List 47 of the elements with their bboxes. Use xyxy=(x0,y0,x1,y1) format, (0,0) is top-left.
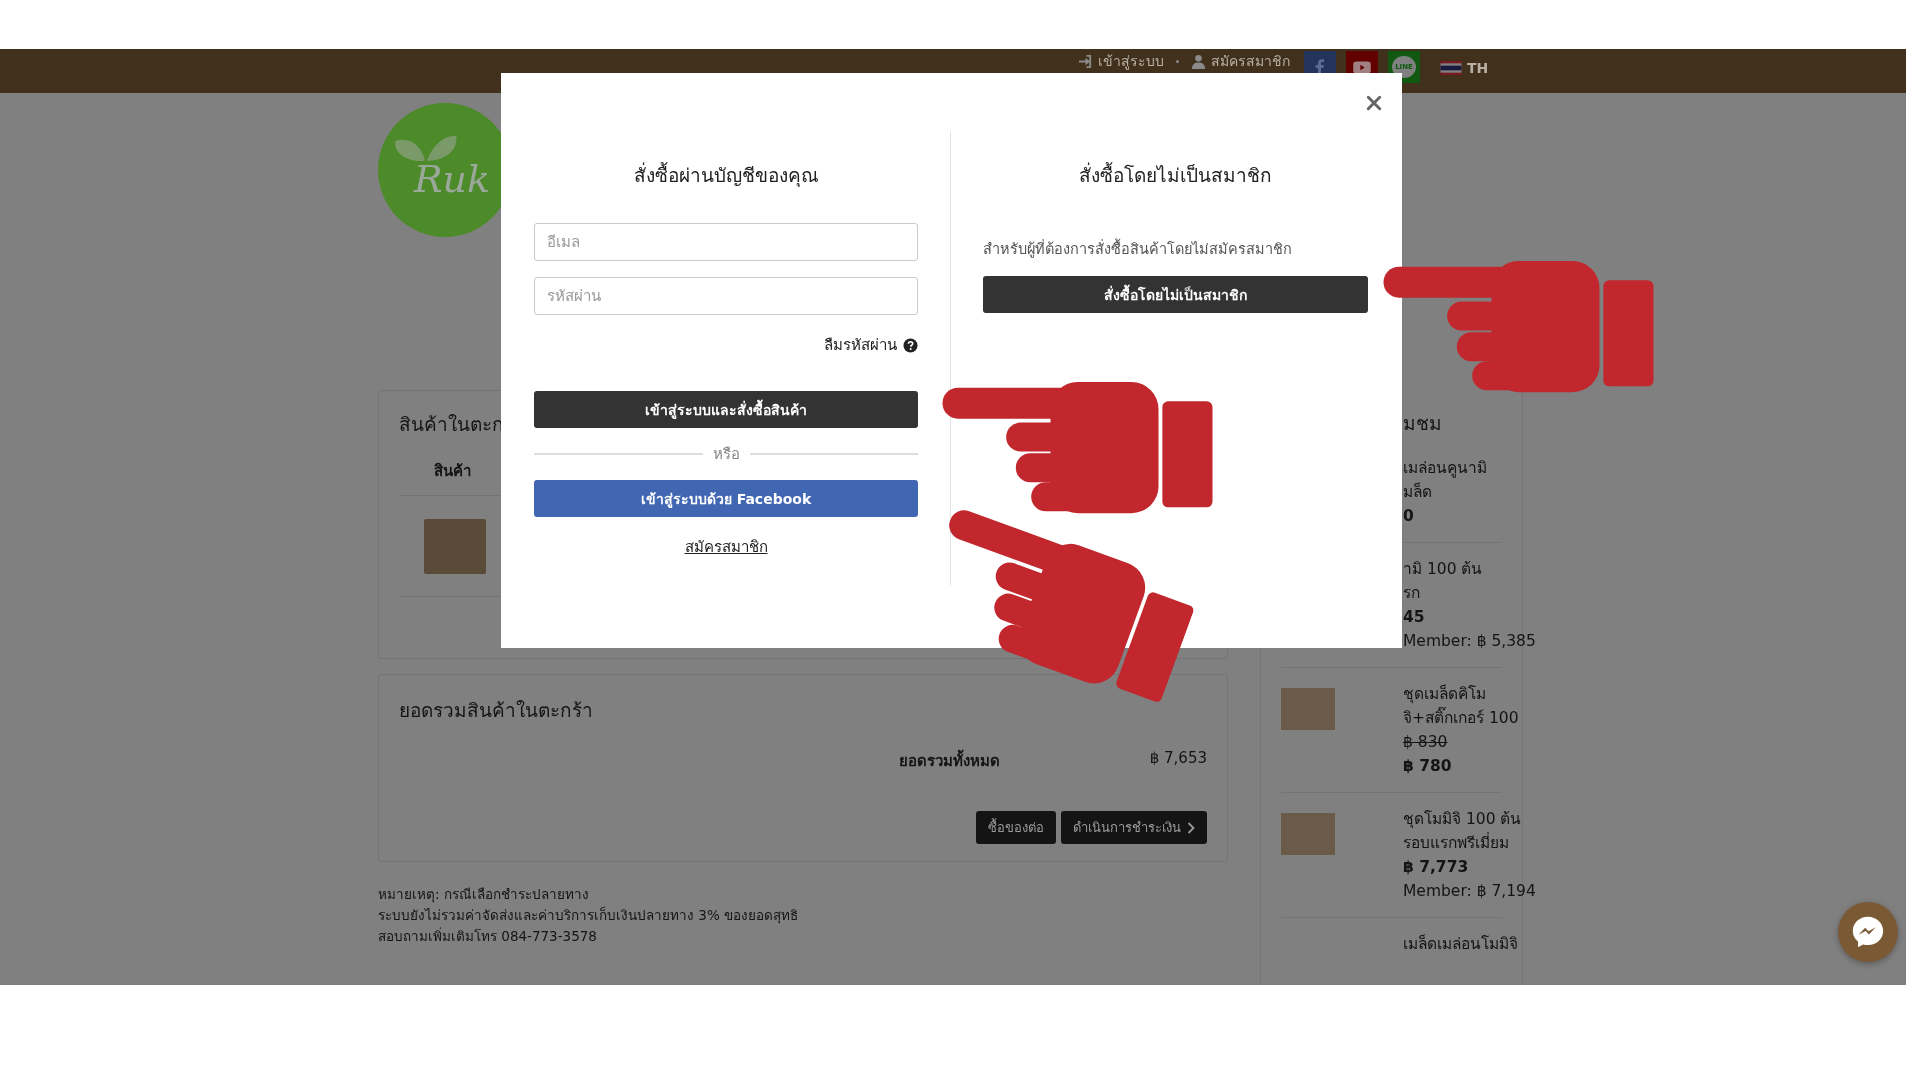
description-text: สำหรับผู้ที่ต้องการสั่งซื้อสินค้าโดยไม่สมัครสมาชิก xyxy=(983,237,1368,260)
continue-shopping-button[interactable]: ซื้อของต่อ xyxy=(976,811,1056,844)
product-name[interactable]: ชุดเมล็ดคิโม xyxy=(1403,682,1519,706)
register-link[interactable]: สมัครสมาชิก xyxy=(684,535,768,559)
login-button[interactable]: เข้าสู่ระบบและสั่งซื้อสินค้า xyxy=(534,391,918,428)
panel-title: ยอดรวมสินค้าในตะกร้า xyxy=(399,698,593,723)
total-label: ยอดรวมทั้งหมด xyxy=(898,749,1000,773)
note-text: หมายเหตุ: กรณีเลือกชำระปลายทาง xyxy=(378,885,590,905)
dialog-heading: สั่งซื้อโดยไม่เป็นสมาชิก xyxy=(1078,161,1273,188)
product-name[interactable]: เมล็ดเมล่อนโมมิจิ xyxy=(1403,932,1518,956)
product-name[interactable]: มล็ด xyxy=(1403,480,1487,504)
member-price: Member: ฿ 7,194 xyxy=(1403,881,1536,902)
facebook-login-button[interactable]: เข้าสู่ระบบด้วย Facebook xyxy=(534,480,918,517)
sidebar-title: มชม xyxy=(1402,411,1443,436)
product-name[interactable]: เมล่อนคูนามิ xyxy=(1403,456,1487,480)
product-name[interactable]: ามิ 100 ต้น xyxy=(1403,557,1536,581)
product-name[interactable]: จิ+สติ๊กเกอร์ 100 xyxy=(1403,706,1519,730)
close-icon[interactable] xyxy=(1366,95,1382,111)
language-selector[interactable]: TH xyxy=(1440,59,1489,77)
login-link[interactable]: เข้าสู่ระบบ xyxy=(1078,52,1164,70)
old-price: ฿ 830 xyxy=(1403,732,1449,753)
product-name[interactable]: รก xyxy=(1403,581,1536,605)
total-amount: ฿ 7,653 xyxy=(1149,749,1207,769)
guest-order-button[interactable]: สั่งซื้อโดยไม่เป็นสมาชิก xyxy=(983,276,1368,313)
chevron-right-icon xyxy=(1187,821,1195,834)
forgot-password-link[interactable]: ลืมรหัสผ่าน xyxy=(824,333,897,357)
price: ฿ 780 xyxy=(1403,756,1453,777)
flag-icon xyxy=(1440,61,1462,75)
sign-in-icon xyxy=(1078,53,1093,69)
price: 0 xyxy=(1403,506,1415,527)
question-icon xyxy=(903,337,918,353)
panel-title: สินค้าในตะก xyxy=(399,412,504,437)
product-name[interactable]: รอบแรกพรีเมี่ยม xyxy=(1403,831,1536,855)
register-link[interactable]: สมัครสมาชิก xyxy=(1191,52,1290,70)
checkout-button[interactable]: ดำเนินการชำระเงิน xyxy=(1061,811,1207,844)
password-field[interactable]: รหัสผ่าน xyxy=(534,277,918,315)
chat-button[interactable] xyxy=(1838,902,1898,962)
price: 45 xyxy=(1403,607,1426,628)
user-icon xyxy=(1191,53,1206,69)
note-text: สอบถามเพิ่มเติมโทร 084-773-3578 xyxy=(378,926,598,946)
member-price: Member: ฿ 5,385 xyxy=(1403,631,1536,652)
price: ฿ 7,773 xyxy=(1403,857,1470,878)
product-photo-placeholder xyxy=(424,518,486,574)
dialog-heading: สั่งซื้อผ่านบัญชีของคุณ xyxy=(632,161,820,189)
email-field[interactable]: อีเมล xyxy=(534,223,918,261)
note-text: ระบบยังไม่รวมค่าจัดส่งและค่าบริการเก็บเงินปลายทาง 3% ของยอดสุทธิ xyxy=(378,905,799,926)
product-name[interactable]: ชุดโมมิจิ 100 ต้น xyxy=(1403,807,1536,831)
